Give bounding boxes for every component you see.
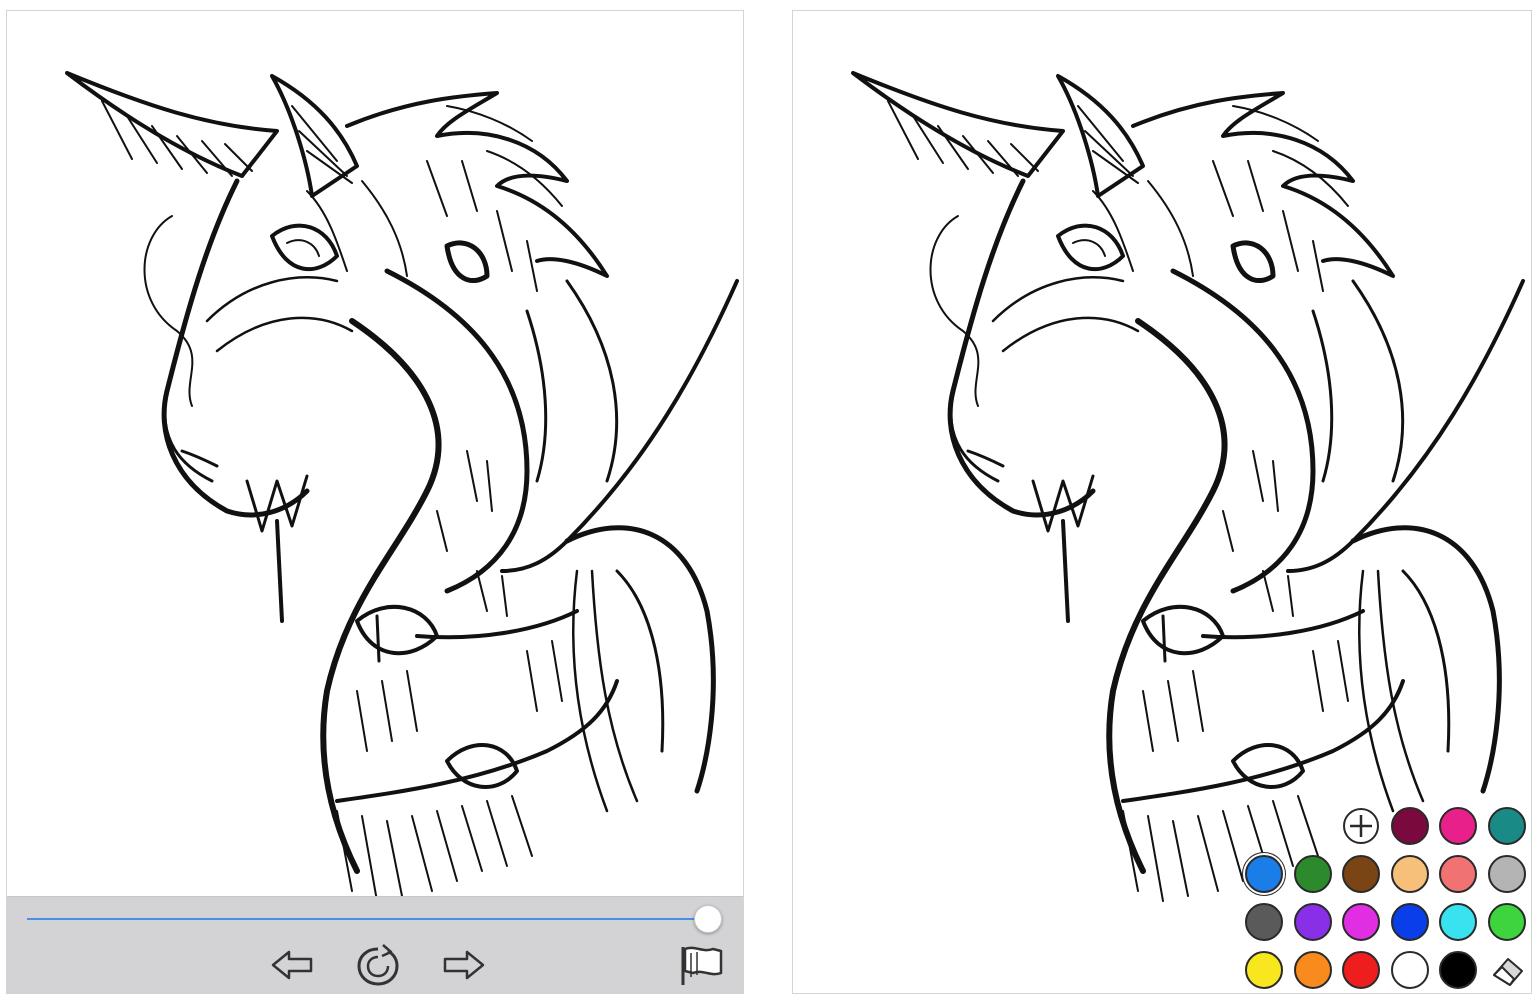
previous-button[interactable]: [269, 947, 315, 983]
color-swatch[interactable]: [1293, 951, 1332, 989]
replay-button[interactable]: [353, 943, 403, 989]
playback-slider-fill: [27, 918, 713, 920]
playback-slider-track[interactable]: [27, 918, 713, 920]
color-swatch[interactable]: [1390, 951, 1429, 989]
color-swatch[interactable]: [1439, 951, 1477, 989]
color-swatch[interactable]: [1342, 855, 1380, 893]
color-swatch[interactable]: [1487, 807, 1526, 845]
forward-arrow-icon: [443, 950, 485, 980]
drawing-canvas[interactable]: [793, 11, 1532, 994]
color-swatch[interactable]: [1487, 855, 1526, 893]
flag-icon: [681, 946, 723, 985]
color-swatch[interactable]: [1293, 855, 1332, 893]
playback-toolbar: [7, 896, 743, 993]
color-swatch[interactable]: [1390, 807, 1429, 845]
color-swatch[interactable]: [1439, 903, 1477, 941]
color-swatch[interactable]: [1245, 951, 1283, 989]
back-arrow-icon: [271, 950, 313, 980]
color-swatch[interactable]: [1293, 903, 1332, 941]
color-swatch[interactable]: [1245, 855, 1283, 893]
drawing-canvas[interactable]: [7, 11, 744, 899]
next-button[interactable]: [441, 947, 487, 983]
color-swatch[interactable]: [1342, 903, 1380, 941]
color-swatch[interactable]: [1439, 807, 1477, 845]
flag-button[interactable]: [677, 943, 727, 987]
color-swatch[interactable]: [1342, 951, 1380, 989]
color-swatch[interactable]: [1487, 903, 1526, 941]
playback-slider-thumb[interactable]: [694, 905, 722, 933]
eraser-button[interactable]: [1488, 951, 1526, 989]
playback-screen: [6, 10, 744, 994]
color-swatch[interactable]: [1390, 855, 1429, 893]
color-swatch[interactable]: [1439, 855, 1477, 893]
palette-screen: [792, 10, 1532, 994]
add-color-button[interactable]: [1342, 807, 1380, 845]
color-swatch[interactable]: [1245, 903, 1283, 941]
replay-icon: [357, 944, 399, 986]
eraser-icon: [1492, 958, 1523, 986]
color-swatch[interactable]: [1390, 903, 1429, 941]
plus-icon: [1343, 808, 1379, 844]
